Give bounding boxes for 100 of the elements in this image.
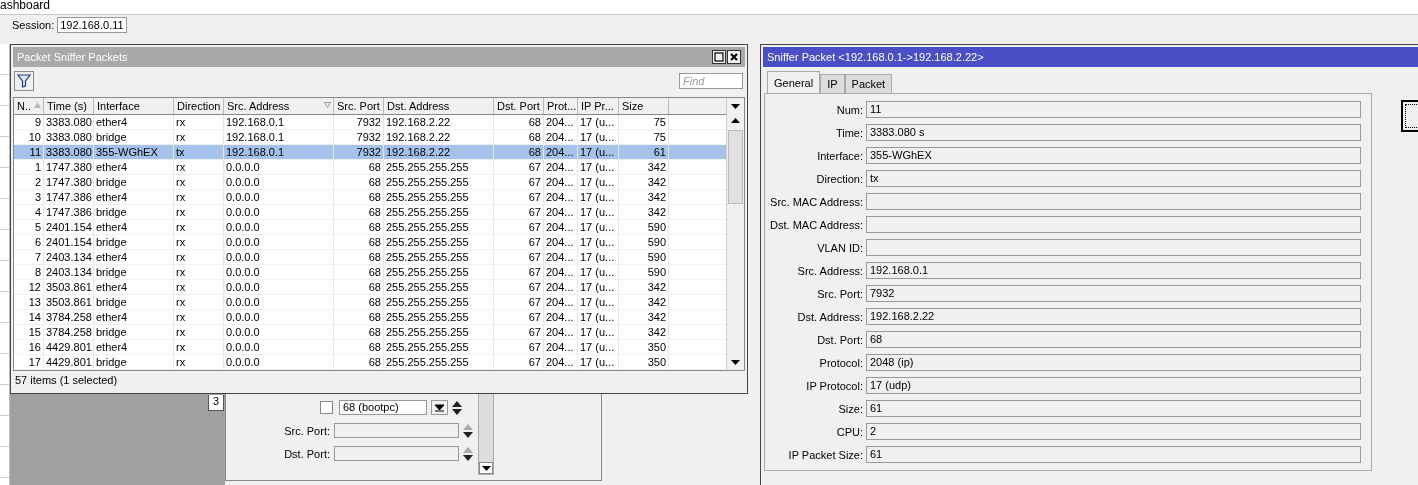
square-icon [714,52,724,62]
table-cell: 350 [619,340,669,354]
value-field: 7932 [866,285,1361,302]
table-cell: 4429.801 [44,340,94,354]
maximize-button[interactable] [712,50,726,64]
table-cell: 342 [619,325,669,339]
table-cell: ether4 [94,190,174,204]
field-label: Src. Address: [796,264,863,277]
table-cell: 2401.154 [44,220,94,234]
value-field: 61 [866,400,1361,417]
table-cell: 255.255.255.255 [384,310,494,324]
table-row[interactable]: 1 1747.380 ether4 rx 0.0.0.0 68 255.255.255.255 67 204... 17 (u... 342 [14,160,726,175]
table-cell: 342 [619,280,669,294]
table-cell: bridge [94,325,174,339]
table-cell: 17 (u... [578,205,619,219]
dropdown-button[interactable] [431,400,448,415]
tab[interactable]: General [767,71,821,93]
table-cell: 204... [544,295,578,309]
tab[interactable]: 3 [208,395,224,411]
sort-up-icon [34,102,41,108]
table-cell: 255.255.255.255 [384,295,494,309]
table-row[interactable]: 7 2403.134 ether4 rx 0.0.0.0 68 255.255.255.255 67 204... 17 (u... 590 [14,250,726,265]
table-row[interactable]: 3 1747.386 ether4 rx 0.0.0.0 68 255.255.255.255 67 204... 17 (u... 342 [14,190,726,205]
column-header[interactable]: Dst. Address [384,98,494,114]
field-label: Protocol: [818,356,863,369]
table-cell: 17 (u... [578,235,619,249]
table-cell: rx [174,175,224,189]
table-cell: 2403.134 [44,250,94,264]
close-button[interactable] [727,50,741,64]
column-header[interactable]: Src. Port [334,98,384,114]
up-down-icon[interactable] [463,446,473,461]
checkbox[interactable] [320,401,333,414]
field-label: IP Packet Size: [787,448,863,461]
table-cell: 204... [544,145,578,159]
table-row[interactable]: 15 3784.258 bridge rx 0.0.0.0 68 255.255.255.255 67 204... 17 (u... 342 [14,325,726,340]
table-cell: 67 [494,160,544,174]
table-row[interactable]: 16 4429.801 ether4 rx 0.0.0.0 68 255.255.255.255 67 204... 17 (u... 350 [14,340,726,355]
scroll-down-button[interactable] [479,462,493,474]
up-down-icon[interactable] [452,400,462,415]
table-row[interactable]: 9 3383.080 ether4 rx 192.168.0.1 7932 192.168.2.22 68 204... 17 (u... 75 [14,115,726,130]
table-cell: 10 [14,130,44,144]
table-cell: 68 [334,160,384,174]
table-row[interactable]: 2 1747.380 bridge rx 0.0.0.0 68 255.255.255.255 67 204... 17 (u... 342 [14,175,726,190]
table-cell: 204... [544,355,578,369]
column-header[interactable]: Time (s) [44,98,94,114]
column-header[interactable]: IP Pr... [578,98,619,114]
up-down-icon[interactable] [463,423,473,438]
column-header[interactable]: N.. [14,98,44,114]
table-cell: 192.168.2.22 [384,115,494,129]
table-cell: 255.255.255.255 [384,220,494,234]
table-cell: 67 [494,235,544,249]
port-field[interactable] [334,423,459,438]
table-cell: 204... [544,220,578,234]
table-cell: tx [174,145,224,159]
table-row[interactable]: 12 3503.861 ether4 rx 0.0.0.0 68 255.255.255.255 67 204... 17 (u... 342 [14,280,726,295]
table-cell: 3784.258 [44,325,94,339]
tab[interactable]: Packet [844,74,893,93]
table-cell: rx [174,205,224,219]
table-row[interactable]: 8 2403.134 bridge rx 0.0.0.0 68 255.255.255.255 67 204... 17 (u... 590 [14,265,726,280]
column-header[interactable]: Prot... [544,98,578,114]
table-cell: 68 [334,175,384,189]
column-header[interactable]: Size [619,98,669,114]
table-cell: rx [174,115,224,129]
session-field[interactable]: 192.168.0.11 [57,17,127,33]
column-header[interactable]: Interface [94,98,174,114]
table-cell: rx [174,265,224,279]
table-row[interactable]: 17 4429.801 bridge rx 0.0.0.0 68 255.255.255.255 67 204... 17 (u... 350 [14,355,726,370]
port-field[interactable]: 68 (bootpc) [339,400,427,415]
table-row[interactable]: 6 2401.154 bridge rx 0.0.0.0 68 255.255.255.255 67 204... 17 (u... 590 [14,235,726,250]
field-label: CPU: [835,425,863,438]
table-row[interactable]: 4 1747.386 bridge rx 0.0.0.0 68 255.255.255.255 67 204... 17 (u... 342 [14,205,726,220]
table-cell: 204... [544,280,578,294]
column-header[interactable]: Dst. Port [494,98,544,114]
column-header[interactable]: Direction [174,98,224,114]
table-row[interactable]: 14 3784.258 ether4 rx 0.0.0.0 68 255.255.255.255 67 204... 17 (u... 342 [14,310,726,325]
column-header[interactable]: Src. Address [224,98,334,114]
table-cell: ether4 [94,310,174,324]
port-field[interactable] [334,446,459,461]
scrollbar-thumb[interactable] [728,130,743,204]
tab[interactable]: IP [820,74,845,93]
table-cell: 16 [14,340,44,354]
table-row[interactable]: 5 2401.154 ether4 rx 0.0.0.0 68 255.255.255.255 67 204... 17 (u... 590 [14,220,726,235]
table-cell: 68 [334,295,384,309]
filter-button[interactable] [14,71,34,91]
find-field[interactable]: Find [679,73,743,89]
table-cell: 192.168.0.1 [224,145,334,159]
table-row[interactable]: 13 3503.861 bridge rx 0.0.0.0 68 255.255.255.255 67 204... 17 (u... 342 [14,295,726,310]
table-cell: rx [174,295,224,309]
table-cell: 68 [334,220,384,234]
field-label: Dst. MAC Address: [769,218,863,231]
field-label: Dst. Address: [796,310,863,323]
table-cell: 1747.380 [44,175,94,189]
table-cell: 3503.861 [44,280,94,294]
value-field: 2 [866,423,1361,440]
table-cell: 1747.386 [44,205,94,219]
arrow-down-icon [731,359,740,366]
table-cell: rx [174,325,224,339]
table-cell: 67 [494,295,544,309]
table-cell: 67 [494,355,544,369]
table-row[interactable]: 11 3383.080 355-WGhEX tx 192.168.0.1 7932 192.168.2.22 68 204... 17 (u... 61 [14,145,726,160]
